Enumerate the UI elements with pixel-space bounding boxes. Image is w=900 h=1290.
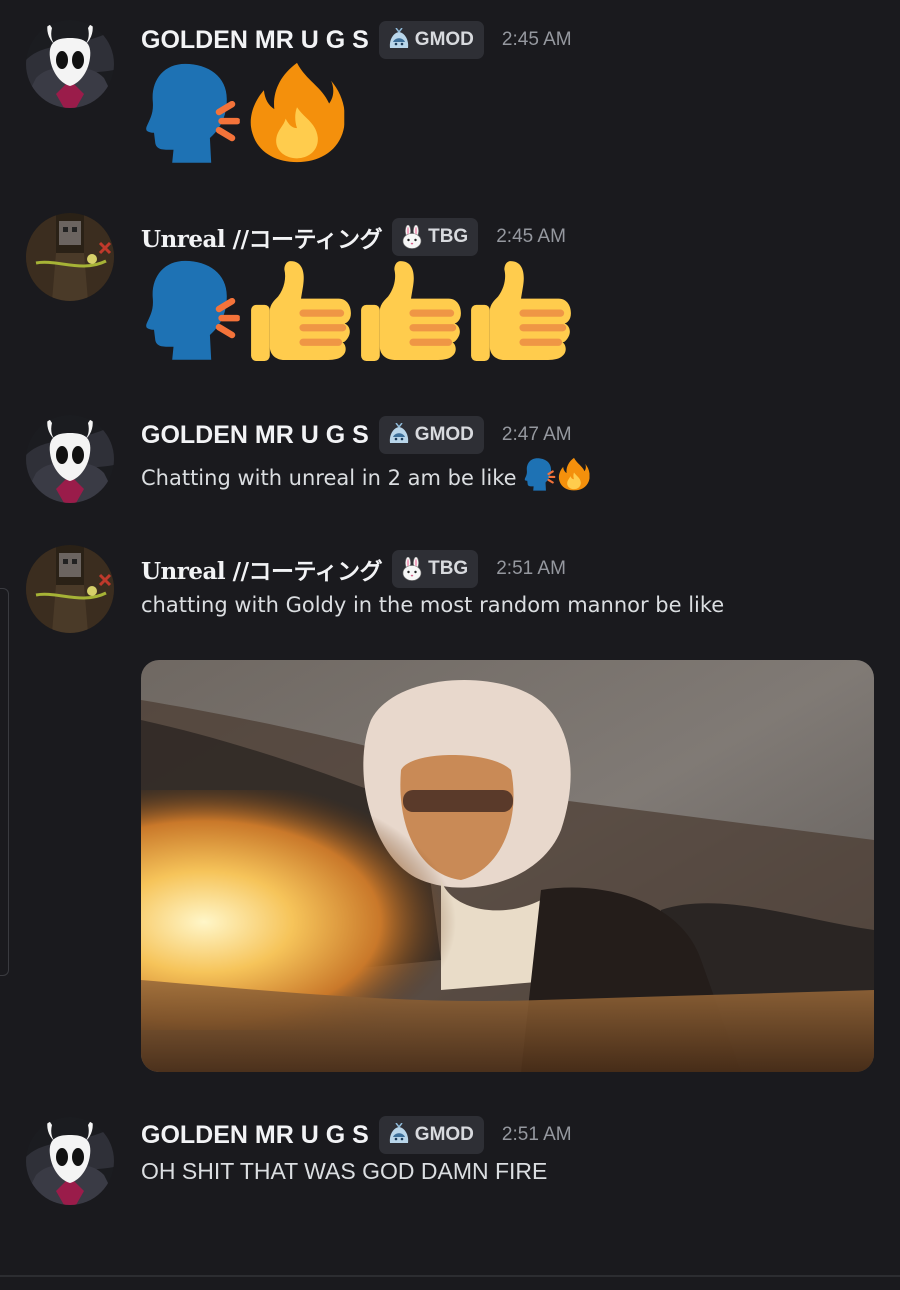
username[interactable]: GOLDEN MR U G S: [141, 1121, 369, 1150]
username[interactable]: GOLDEN MR U G S: [141, 26, 369, 55]
timestamp: 2:45 AM: [501, 29, 572, 50]
message-content: OH SHIT THAT WAS GOD DAMN FIRE: [141, 1158, 547, 1185]
username[interactable]: GOLDEN MR U G S: [141, 421, 369, 450]
tag-label: GMOD: [414, 29, 474, 50]
avatar[interactable]: [26, 545, 114, 633]
tag-label: TBG: [428, 226, 469, 247]
gif-image: [141, 660, 874, 1072]
timestamp: 2:51 AM: [501, 1124, 572, 1145]
message-header: GOLDEN MR U G S GMOD 2:45 AM: [141, 20, 572, 60]
message-text: OH SHIT THAT WAS GOD DAMN FIRE: [141, 1158, 548, 1184]
jumbo-emoji-row: [141, 257, 573, 361]
thumbs-up-icon: [469, 257, 573, 361]
message-content: Chatting with unreal in 2 am be like: [141, 457, 591, 491]
tag-label: GMOD: [414, 1124, 474, 1145]
fire-icon: [557, 457, 591, 491]
speaking-head-icon: [141, 60, 245, 164]
gmod-tag-icon: [387, 28, 411, 52]
avatar[interactable]: [26, 20, 114, 108]
clan-tag[interactable]: GMOD: [378, 21, 484, 59]
thumbs-up-icon: [249, 257, 353, 361]
timestamp: 2:47 AM: [501, 424, 572, 445]
avatar[interactable]: [26, 1117, 114, 1205]
clan-tag[interactable]: GMOD: [378, 1116, 484, 1154]
speaking-head-icon: [523, 457, 557, 491]
message-header: Unreal //コーティング TBG 2:51 AM: [141, 545, 566, 593]
speaking-head-icon: [141, 257, 245, 361]
gmod-tag-icon: [387, 1123, 411, 1147]
jumbo-emoji-row: [141, 60, 349, 164]
message-content: chatting with Goldy in the most random m…: [141, 593, 724, 617]
thumbs-up-icon: [359, 257, 463, 361]
clan-tag[interactable]: TBG: [392, 550, 479, 588]
tag-label: TBG: [428, 558, 469, 579]
timestamp: 2:45 AM: [496, 226, 566, 247]
clan-tag[interactable]: TBG: [392, 218, 479, 256]
gif-attachment[interactable]: [141, 660, 874, 1072]
clan-tag[interactable]: GMOD: [378, 416, 484, 454]
username[interactable]: Unreal //コーティング: [141, 552, 383, 586]
divider: [0, 1275, 900, 1277]
avatar[interactable]: [26, 213, 114, 301]
message-header: GOLDEN MR U G S GMOD 2:47 AM: [141, 415, 572, 455]
avatar[interactable]: [26, 415, 114, 503]
message-text: chatting with Goldy in the most random m…: [141, 593, 725, 617]
message-text: Chatting with unreal in 2 am be like: [141, 466, 517, 490]
scrollbar-track[interactable]: [0, 588, 9, 976]
message-header: GOLDEN MR U G S GMOD 2:51 AM: [141, 1115, 572, 1155]
username[interactable]: Unreal //コーティング: [141, 220, 383, 254]
message-header: Unreal //コーティング TBG 2:45 AM: [141, 213, 566, 261]
bunny-tag-icon: [400, 557, 424, 581]
tag-label: GMOD: [414, 424, 474, 445]
gmod-tag-icon: [387, 423, 411, 447]
timestamp: 2:51 AM: [496, 558, 566, 579]
bunny-tag-icon: [400, 225, 424, 249]
fire-icon: [245, 60, 349, 164]
